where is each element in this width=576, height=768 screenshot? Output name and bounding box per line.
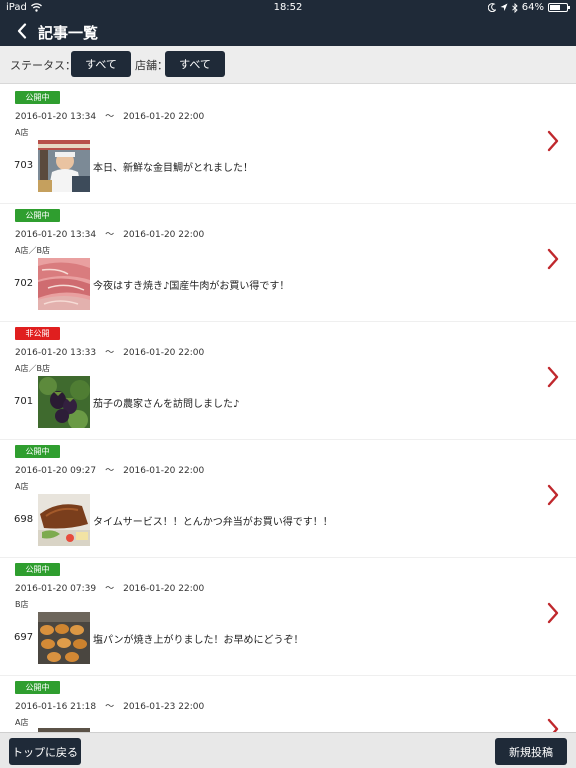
article-item[interactable]: 公開中 2016-01-20 09:27 〜 2016-01-20 22:00 … bbox=[0, 440, 576, 558]
page-title: 記事一覧 bbox=[38, 24, 99, 42]
bread-photo bbox=[38, 612, 90, 664]
store-names: B店 bbox=[15, 600, 29, 609]
status-filter-button[interactable]: すべて bbox=[71, 51, 131, 77]
article-id: 703 bbox=[14, 160, 34, 171]
publish-period: 2016-01-20 13:33 〜 2016-01-20 22:00 bbox=[15, 348, 205, 358]
publish-period: 2016-01-20 13:34 〜 2016-01-20 22:00 bbox=[15, 230, 205, 240]
article-thumbnail bbox=[38, 258, 90, 310]
location-icon bbox=[500, 3, 508, 11]
article-id: 698 bbox=[14, 514, 34, 525]
article-title: 本日、新鮮な金目鯛がとれました！ bbox=[93, 163, 253, 174]
status-filter-label: ステータス： bbox=[10, 59, 76, 72]
publish-period: 2016-01-16 21:18 〜 2016-01-23 22:00 bbox=[15, 702, 205, 712]
article-thumbnail bbox=[38, 140, 90, 192]
chevron-left-icon bbox=[17, 23, 27, 39]
status-badge: 公開中 bbox=[15, 445, 60, 458]
status-right: 64% bbox=[487, 2, 570, 13]
article-thumbnail bbox=[38, 612, 90, 664]
article-title: 茄子の農家さんを訪問しました♪ bbox=[93, 399, 240, 410]
status-badge: 公開中 bbox=[15, 681, 60, 694]
store-names: A店 bbox=[15, 718, 29, 727]
chevron-right-icon[interactable] bbox=[546, 484, 560, 506]
chevron-right-icon[interactable] bbox=[546, 366, 560, 388]
article-item[interactable]: 公開中 2016-01-20 13:34 〜 2016-01-20 22:00 … bbox=[0, 204, 576, 322]
nav-bar: 記事一覧 bbox=[0, 16, 576, 46]
article-thumbnail bbox=[38, 494, 90, 546]
status-badge: 公開中 bbox=[15, 209, 60, 222]
store-names: A店／B店 bbox=[15, 246, 50, 255]
chevron-right-icon[interactable] bbox=[546, 248, 560, 270]
battery-percent: 64% bbox=[521, 2, 544, 13]
chevron-right-icon[interactable] bbox=[546, 718, 560, 732]
publish-period: 2016-01-20 09:27 〜 2016-01-20 22:00 bbox=[15, 466, 205, 476]
battery-icon bbox=[548, 3, 570, 12]
tonkatsu-photo bbox=[38, 494, 90, 546]
article-item[interactable]: 公開中 2016-01-20 07:39 〜 2016-01-20 22:00 … bbox=[0, 558, 576, 676]
article-id: 697 bbox=[14, 632, 34, 643]
article-item[interactable]: 公開中 2016-01-16 21:18 〜 2016-01-23 22:00 … bbox=[0, 676, 576, 732]
battery-fill bbox=[550, 5, 561, 10]
chevron-right-icon[interactable] bbox=[546, 130, 560, 152]
new-post-button[interactable]: 新規投稿 bbox=[495, 738, 567, 765]
store-names: A店 bbox=[15, 128, 29, 137]
store-filter-button[interactable]: すべて bbox=[165, 51, 225, 77]
publish-period: 2016-01-20 07:39 〜 2016-01-20 22:00 bbox=[15, 584, 205, 594]
status-badge: 公開中 bbox=[15, 91, 60, 104]
beef-photo bbox=[38, 258, 90, 310]
status-bar: iPad 18:52 64% bbox=[0, 0, 576, 16]
article-list: 公開中 2016-01-20 13:34 〜 2016-01-20 22:00 … bbox=[0, 86, 576, 732]
store-names: A店／B店 bbox=[15, 364, 50, 373]
article-id: 701 bbox=[14, 396, 34, 407]
article-thumbnail bbox=[38, 376, 90, 428]
fisherman-photo bbox=[38, 140, 90, 192]
back-to-top-button[interactable]: トップに戻る bbox=[9, 738, 81, 765]
moon-icon bbox=[487, 3, 496, 12]
store-names: A店 bbox=[15, 482, 29, 491]
store-filter-label: 店舗： bbox=[135, 59, 168, 72]
status-badge: 非公開 bbox=[15, 327, 60, 340]
publish-period: 2016-01-20 13:34 〜 2016-01-20 22:00 bbox=[15, 112, 205, 122]
bluetooth-icon bbox=[511, 2, 518, 13]
filter-bar: ステータス： すべて 店舗： すべて bbox=[0, 46, 576, 84]
article-item[interactable]: 公開中 2016-01-20 13:34 〜 2016-01-20 22:00 … bbox=[0, 86, 576, 204]
article-title: 塩パンが焼き上がりました！お早めにどうぞ！ bbox=[93, 635, 304, 646]
article-title: 今夜はすき焼き♪国産牛肉がお買い得です！ bbox=[93, 281, 290, 292]
back-button[interactable] bbox=[10, 18, 34, 44]
chevron-right-icon[interactable] bbox=[546, 602, 560, 624]
eggplant-photo bbox=[38, 376, 90, 428]
article-item[interactable]: 非公開 2016-01-20 13:33 〜 2016-01-20 22:00 … bbox=[0, 322, 576, 440]
article-id: 702 bbox=[14, 278, 34, 289]
article-title: タイムサービス！！とんかつ弁当がお買い得です！！ bbox=[93, 517, 333, 528]
bottom-toolbar: トップに戻る 新規投稿 bbox=[0, 732, 576, 768]
status-badge: 公開中 bbox=[15, 563, 60, 576]
